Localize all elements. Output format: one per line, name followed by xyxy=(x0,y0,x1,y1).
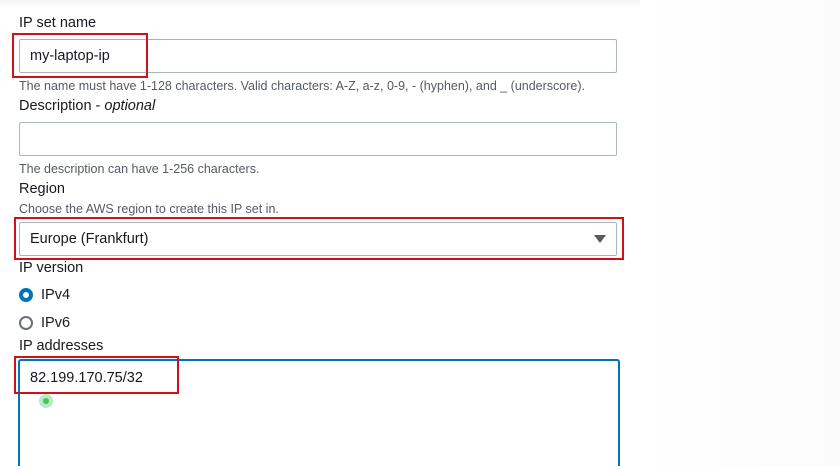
ip-version-label: IP version xyxy=(19,260,84,276)
description-label-separator: - xyxy=(91,98,105,114)
description-optional-tag: optional xyxy=(104,98,156,114)
region-hint: Choose the AWS region to create this IP … xyxy=(19,202,279,216)
ip-set-name-value: my-laptop-ip xyxy=(30,48,110,64)
ip-set-form-page: IP set name my-laptop-ip The name must h… xyxy=(0,0,840,466)
background-shade xyxy=(640,0,840,466)
description-input[interactable] xyxy=(19,122,617,156)
description-label: Description - optional xyxy=(19,98,155,114)
radio-checked-icon[interactable] xyxy=(19,288,33,302)
chevron-down-icon xyxy=(594,235,606,243)
region-label: Region xyxy=(19,181,65,197)
region-select[interactable]: Europe (Frankfurt) xyxy=(19,222,617,256)
radio-unchecked-icon[interactable] xyxy=(19,316,33,330)
region-selected-value: Europe (Frankfurt) xyxy=(30,231,149,247)
ip-addresses-label: IP addresses xyxy=(19,338,104,354)
radio-label-ipv6: IPv6 xyxy=(41,315,71,331)
radio-label-ipv4: IPv4 xyxy=(41,287,71,303)
ip-set-name-label: IP set name xyxy=(19,15,97,31)
description-hint: The description can have 1-256 character… xyxy=(19,162,260,176)
ip-set-name-input[interactable]: my-laptop-ip xyxy=(19,39,617,73)
description-label-text: Description xyxy=(19,98,92,114)
ip-set-name-hint: The name must have 1-128 characters. Val… xyxy=(19,79,585,93)
ip-addresses-value: 82.199.170.75/32 xyxy=(30,370,143,386)
radio-option-ipv4[interactable]: IPv4 xyxy=(19,285,70,305)
radio-option-ipv6[interactable]: IPv6 xyxy=(19,313,70,333)
cursor-indicator-icon xyxy=(39,394,53,408)
ip-addresses-textarea[interactable]: 82.199.170.75/32 xyxy=(19,360,619,466)
